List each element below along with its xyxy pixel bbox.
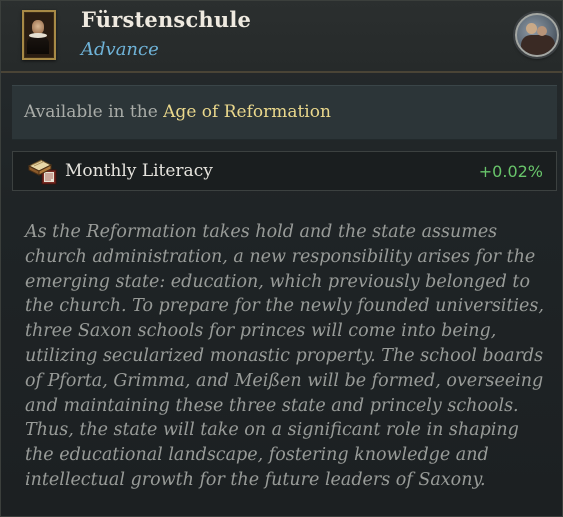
advance-title: Fürstenschule <box>81 7 252 32</box>
availability-prefix: Available in the <box>24 102 164 122</box>
scholar-portrait-icon <box>22 10 56 60</box>
modifier-value: +0.02% <box>478 162 543 181</box>
advance-type-label: Advance <box>81 39 159 60</box>
modifier-label: Monthly Literacy <box>65 161 213 181</box>
reformation-age-emblem-icon[interactable] <box>515 13 559 57</box>
modifier-row: Monthly Literacy +0.02% <box>12 151 557 191</box>
availability-panel: Available in the Age of Reformation <box>12 85 557 140</box>
availability-text: Available in the Age of Reformation <box>24 102 331 122</box>
age-name[interactable]: Age of Reformation <box>163 102 331 122</box>
tooltip-header: Fürstenschule Advance <box>1 1 562 73</box>
advance-tooltip: Fürstenschule Advance Available in the A… <box>0 0 563 517</box>
flavor-description: As the Reformation takes hold and the st… <box>25 222 544 490</box>
literacy-books-icon <box>27 159 57 185</box>
